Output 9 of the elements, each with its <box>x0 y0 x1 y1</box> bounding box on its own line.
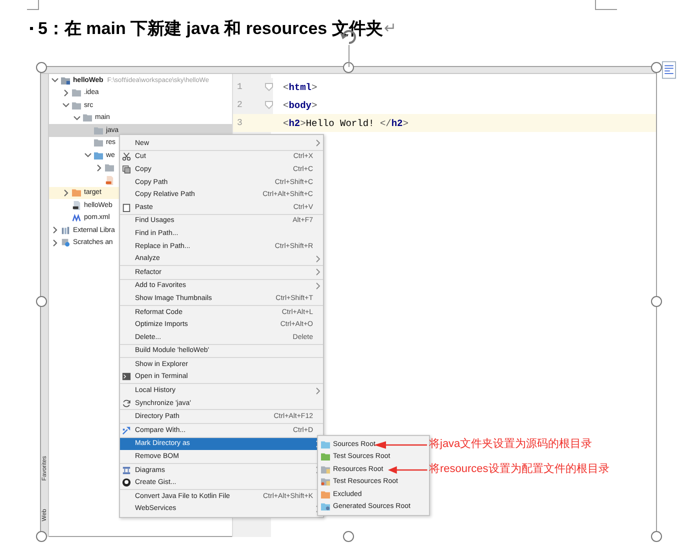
paragraph-mark: ↵ <box>384 19 397 37</box>
annotation: 将java文件夹设置为源码的根目录 <box>429 436 592 451</box>
line-number: 3 <box>236 118 244 128</box>
code-line: <body> <box>283 100 318 110</box>
annotation: 将resources设置为配置文件的根目录 <box>429 462 610 476</box>
line-number: 2 <box>233 96 259 114</box>
line-number: 1 <box>233 78 259 96</box>
code-line: <h2>Hello World! </h2> <box>283 118 408 128</box>
code-line: <html> <box>283 82 318 92</box>
